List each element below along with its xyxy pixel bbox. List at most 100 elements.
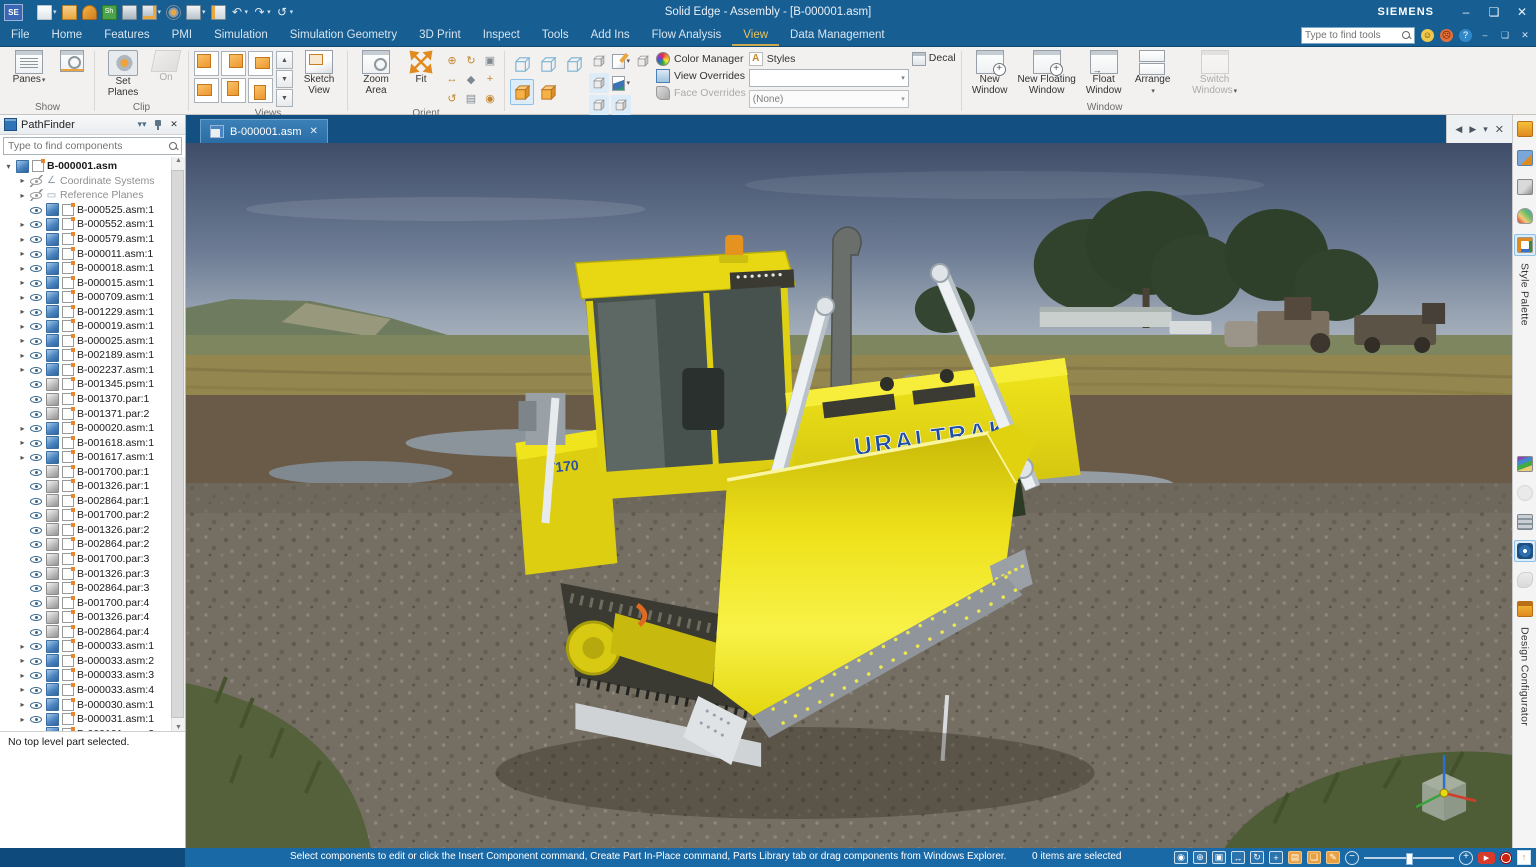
visible-eye-icon[interactable] — [30, 713, 43, 725]
doc-close-button[interactable]: ✕ — [1518, 30, 1532, 41]
doc-restore-button[interactable]: ❏ — [1498, 30, 1512, 41]
visible-eye-icon[interactable] — [30, 655, 43, 667]
visible-eye-icon[interactable] — [30, 451, 43, 463]
find-tools-box[interactable] — [1301, 27, 1415, 44]
hyperlink-button[interactable] — [1514, 482, 1536, 504]
tree-item[interactable]: ▸B-000579.asm:1 — [0, 232, 185, 247]
scrollbar-thumb[interactable] — [171, 170, 184, 718]
expander-icon[interactable]: ▸ — [18, 642, 27, 651]
visible-eye-icon[interactable] — [30, 218, 43, 230]
view-top-button[interactable] — [194, 51, 219, 76]
visible-eye-icon[interactable] — [30, 524, 43, 536]
expander-icon[interactable]: ▸ — [18, 438, 27, 447]
view-down-button[interactable]: ▼ — [276, 70, 293, 88]
back-icon[interactable]: ↺▾ — [276, 6, 294, 19]
visible-eye-icon[interactable] — [30, 582, 43, 594]
expander-icon[interactable]: ▾ — [4, 162, 13, 171]
visible-eye-icon[interactable] — [30, 640, 43, 652]
components-button[interactable] — [1514, 569, 1536, 591]
image-button[interactable] — [1514, 453, 1536, 475]
clip-on-button[interactable]: On — [149, 49, 183, 85]
copy-icon[interactable]: ❏ — [1307, 851, 1321, 864]
visible-eye-icon[interactable] — [30, 233, 43, 245]
pathfinder-close-icon[interactable]: ✕ — [167, 119, 181, 130]
background-button[interactable]: ▾ — [611, 73, 631, 93]
shaded-button[interactable] — [510, 79, 534, 105]
document-tab[interactable]: B-000001.asm ✕ — [200, 119, 328, 143]
menu-tab-flow-analysis[interactable]: Flow Analysis — [641, 24, 733, 46]
visible-eye-icon[interactable] — [30, 422, 43, 434]
expander-icon[interactable]: ▸ — [18, 235, 27, 244]
expander-icon[interactable]: ▸ — [18, 365, 27, 374]
find-tools-input[interactable] — [1302, 30, 1402, 41]
tree-item[interactable]: ▸B-000552.asm:1 — [0, 217, 185, 232]
tree-item[interactable]: ▸B-000020.asm:1 — [0, 421, 185, 436]
visible-eye-icon[interactable] — [30, 262, 43, 274]
tree-item[interactable]: B-001700.par:4 — [0, 595, 185, 610]
expander-icon[interactable]: ▸ — [18, 293, 27, 302]
texture-toggle[interactable] — [589, 51, 609, 71]
tree-scrollbar[interactable]: ▲ ▼ — [171, 157, 185, 731]
style-palette-button[interactable] — [1514, 234, 1536, 256]
hidden-icon[interactable] — [30, 189, 43, 201]
zoom-in-button[interactable]: + — [1459, 851, 1473, 865]
camera-icon[interactable]: ◉ — [1174, 851, 1188, 864]
upload-icon[interactable]: ↑ — [1517, 850, 1531, 865]
visible-eye-icon[interactable] — [30, 509, 43, 521]
close-button[interactable]: ✕ — [1508, 0, 1536, 24]
scroll-up-icon[interactable]: ▲ — [175, 157, 182, 164]
pin-icon[interactable] — [153, 118, 163, 131]
zoom-area-button[interactable]: Zoom Area — [353, 49, 399, 97]
visible-eye-icon[interactable] — [30, 495, 43, 507]
tree-item[interactable]: B-001326.par:3 — [0, 566, 185, 581]
tree-item[interactable]: ▸B-000709.asm:1 — [0, 290, 185, 305]
menu-tab-view[interactable]: View — [732, 24, 779, 46]
settings-icon[interactable] — [166, 5, 181, 20]
visible-eye-icon[interactable] — [30, 568, 43, 580]
settings2-button[interactable] — [1514, 540, 1536, 562]
expander-icon[interactable]: ▸ — [18, 191, 27, 200]
exit-icon[interactable] — [211, 5, 226, 20]
tree-item[interactable]: B-001326.par:1 — [0, 479, 185, 494]
visible-eye-icon[interactable] — [30, 728, 43, 731]
expander-icon[interactable]: ▸ — [18, 249, 27, 258]
prev-tab-icon[interactable]: ◀ — [1455, 124, 1462, 135]
tree-item[interactable]: B-001326.par:2 — [0, 523, 185, 538]
rotate-icon[interactable]: ↻ — [1250, 851, 1264, 864]
visible-eye-icon[interactable] — [30, 320, 43, 332]
pathfinder-options-icon[interactable]: ▾▾ — [135, 119, 149, 130]
menu-tab-features[interactable]: Features — [93, 24, 160, 46]
visible-eye-icon[interactable] — [30, 538, 43, 550]
tree-item[interactable]: ▸B-000033.asm:2 — [0, 654, 185, 669]
tree-item[interactable]: ▸B-001617.asm:1 — [0, 450, 185, 465]
perspective-toggle[interactable] — [611, 95, 631, 115]
tree-item[interactable]: ▸B-002237.asm:1 — [0, 363, 185, 378]
visible-eye-icon[interactable] — [30, 684, 43, 696]
rotate-icon[interactable]: ↻ — [462, 51, 480, 69]
parts-library-button[interactable] — [1514, 118, 1536, 140]
view-front-button[interactable] — [221, 51, 246, 76]
minimize-button[interactable]: – — [1452, 0, 1480, 24]
zoom-slider-thumb[interactable] — [1406, 853, 1413, 865]
visible-eye-icon[interactable] — [30, 335, 43, 347]
panes-button[interactable]: Panes▾ — [6, 49, 52, 87]
spin-icon[interactable]: ◆ — [462, 70, 480, 88]
expander-icon[interactable]: ▸ — [18, 220, 27, 229]
new-window-button[interactable]: New Window — [967, 49, 1013, 97]
doc-minimize-button[interactable]: – — [1478, 30, 1492, 40]
tree-item[interactable]: ▾B-000001.asm — [0, 159, 185, 174]
sensors-button[interactable] — [1514, 147, 1536, 169]
visible-eye-icon[interactable] — [30, 669, 43, 681]
expander-icon[interactable]: ▸ — [18, 176, 27, 185]
tree-item[interactable]: B-002864.par:1 — [0, 494, 185, 509]
tab-list-icon[interactable]: ▾ — [1483, 124, 1488, 135]
view-back-button[interactable] — [221, 78, 246, 103]
expander-icon[interactable]: ▸ — [18, 656, 27, 665]
view-left-button[interactable] — [194, 78, 219, 103]
visible-eye-icon[interactable] — [30, 553, 43, 565]
tree-item[interactable]: ▸∠Coordinate Systems — [0, 174, 185, 189]
tree-item[interactable]: ▸B-000031.asm:1 — [0, 712, 185, 727]
tree-item[interactable]: B-000525.asm:1 — [0, 203, 185, 218]
component-search-box[interactable] — [3, 137, 182, 155]
override-select[interactable]: (None)▾ — [749, 90, 909, 108]
